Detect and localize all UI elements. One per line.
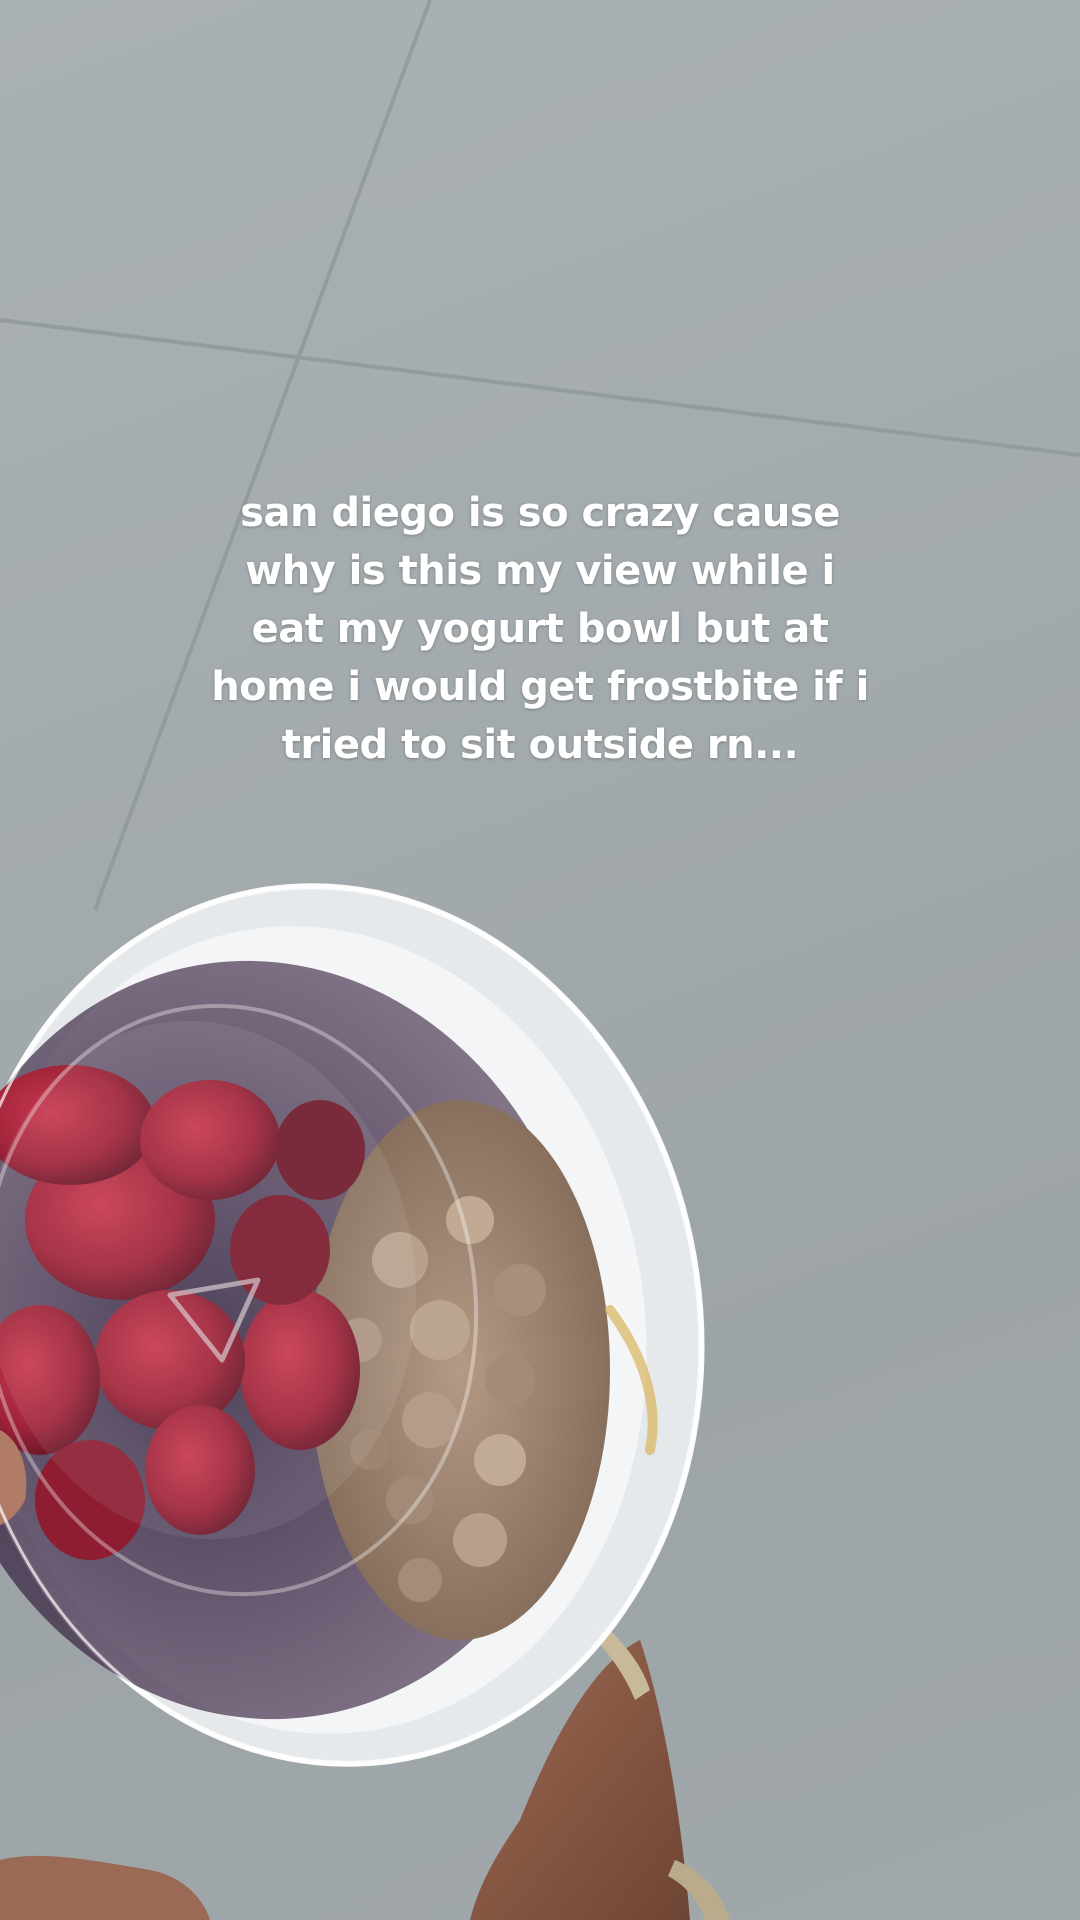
- caption-line-2: why is this my view while i: [245, 548, 835, 594]
- caption-line-1: san diego is so crazy cause: [240, 490, 840, 536]
- caption-line-4: home i would get frostbite if i: [211, 664, 869, 710]
- photo-scene: [0, 0, 1080, 1920]
- video-caption: san diego is so crazy cause why is this …: [190, 484, 890, 774]
- caption-line-3: eat my yogurt bowl but at: [251, 606, 829, 652]
- video-frame: san diego is so crazy cause why is this …: [0, 0, 1080, 1920]
- caption-line-5: tried to sit outside rn...: [281, 722, 799, 768]
